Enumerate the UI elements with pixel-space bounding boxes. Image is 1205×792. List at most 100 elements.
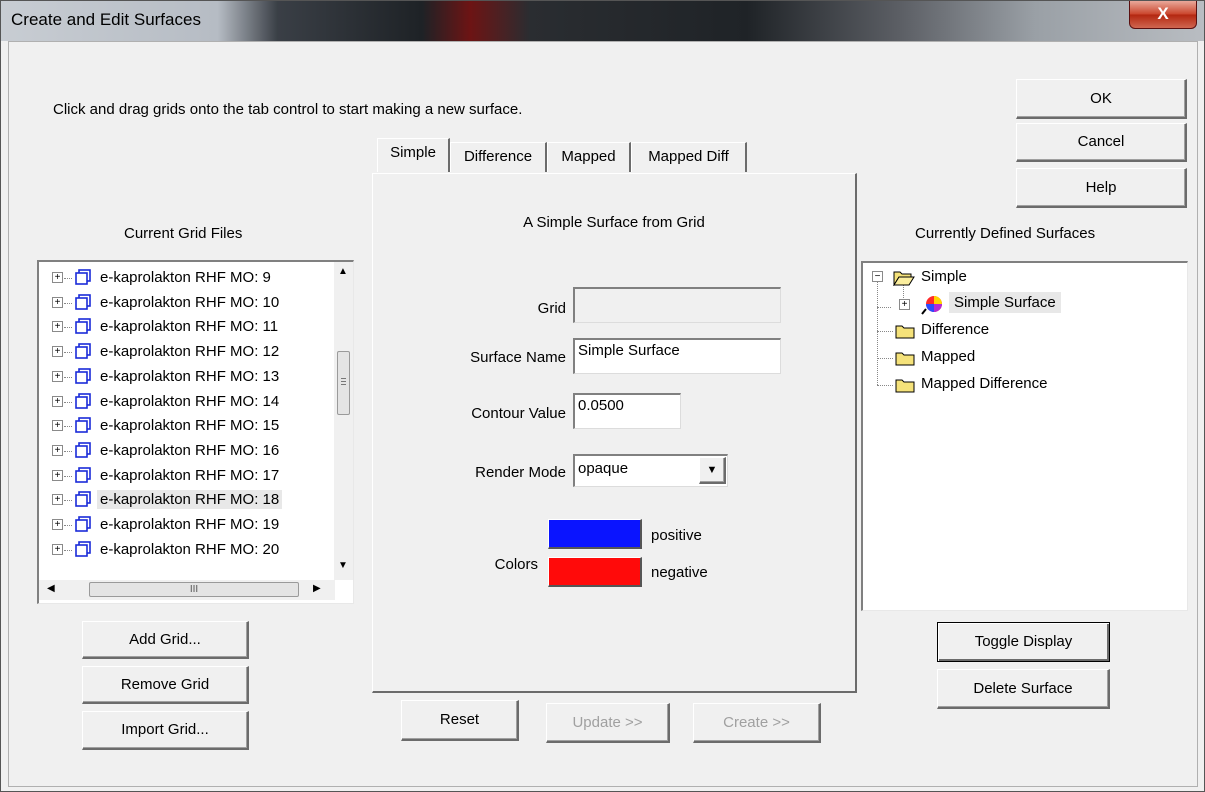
scroll-right-arrow-icon[interactable]: ▶ bbox=[313, 583, 321, 594]
tree-connector bbox=[64, 549, 72, 551]
toggle-display-button[interactable]: Toggle Display bbox=[937, 622, 1110, 662]
grid-file-item[interactable]: + e-kaprolakton RHF MO: 10 bbox=[39, 292, 329, 315]
expand-grid-icon[interactable]: + bbox=[52, 370, 63, 382]
tree-node-simple-surface[interactable]: Simple Surface bbox=[949, 292, 1061, 313]
title-bar[interactable]: Create and Edit Surfaces X bbox=[1, 1, 1204, 41]
expand-grid-icon[interactable]: + bbox=[52, 420, 63, 432]
tree-node-difference[interactable]: Difference bbox=[921, 321, 989, 338]
close-button[interactable]: X bbox=[1129, 1, 1197, 29]
tree-line-h4 bbox=[877, 385, 893, 386]
grid-files-list[interactable]: + e-kaprolakton RHF MO: 9 + e-kaprolakton R… bbox=[37, 260, 354, 604]
grid-cube-icon bbox=[75, 540, 91, 557]
expand-grid-icon[interactable]: + bbox=[52, 321, 63, 333]
grid-file-item[interactable]: + e-kaprolakton RHF MO: 15 bbox=[39, 415, 329, 438]
cancel-button[interactable]: Cancel bbox=[1016, 123, 1187, 162]
help-button[interactable]: Help bbox=[1016, 168, 1187, 208]
grid-file-item[interactable]: + e-kaprolakton RHF MO: 11 bbox=[39, 316, 329, 339]
contour-value-input[interactable]: 0.0500 bbox=[573, 393, 681, 429]
grid-cube-icon bbox=[75, 343, 91, 359]
horizontal-scroll-thumb[interactable]: III bbox=[89, 582, 299, 597]
expand-grid-icon[interactable]: + bbox=[52, 469, 63, 481]
grid-file-label: e-kaprolakton RHF MO: 13 bbox=[100, 367, 280, 385]
grid-cube-icon bbox=[75, 293, 91, 310]
tab-difference[interactable]: Difference bbox=[450, 142, 547, 172]
scroll-up-arrow-icon[interactable]: ▲ bbox=[338, 266, 348, 277]
scroll-thumb[interactable] bbox=[337, 351, 350, 415]
tree-connector bbox=[64, 278, 72, 279]
expand-grid-icon[interactable]: + bbox=[52, 272, 63, 283]
render-mode-label: Render Mode bbox=[475, 464, 566, 481]
grid-file-label: e-kaprolakton RHF MO: 16 bbox=[100, 441, 280, 459]
tree-connector bbox=[64, 327, 72, 329]
grid-file-item[interactable]: + e-kaprolakton RHF MO: 13 bbox=[39, 366, 329, 389]
grid-field[interactable] bbox=[573, 287, 781, 323]
dialog-window: Create and Edit Surfaces X Click and dra… bbox=[0, 0, 1205, 792]
tab-simple[interactable]: Simple bbox=[377, 138, 450, 172]
tree-node-simple[interactable]: Simple bbox=[921, 268, 967, 285]
expand-simple-surface-icon[interactable]: + bbox=[899, 299, 910, 310]
expand-grid-icon[interactable]: + bbox=[52, 395, 63, 407]
tree-connector bbox=[64, 475, 72, 477]
grid-cube-icon bbox=[75, 491, 91, 508]
surface-icon bbox=[921, 296, 942, 315]
tree-node-mapped-difference[interactable]: Mapped Difference bbox=[921, 375, 1047, 392]
tree-line-main bbox=[877, 281, 878, 385]
grid-cube-icon bbox=[75, 269, 91, 285]
defined-surfaces-heading: Currently Defined Surfaces bbox=[915, 225, 1096, 242]
chevron-down-icon[interactable]: ▼ bbox=[699, 457, 726, 484]
scroll-down-arrow-icon[interactable]: ▼ bbox=[338, 560, 348, 571]
reset-button[interactable]: Reset bbox=[401, 700, 519, 741]
positive-label: positive bbox=[651, 527, 702, 544]
window-title: Create and Edit Surfaces bbox=[11, 10, 201, 29]
grid-list-horizontal-scrollbar[interactable]: ◀ III ▶ bbox=[39, 580, 335, 600]
grid-file-item[interactable]: + e-kaprolakton RHF MO: 9 bbox=[39, 267, 329, 290]
create-button[interactable]: Create >> bbox=[693, 703, 821, 743]
grid-file-label: e-kaprolakton RHF MO: 20 bbox=[100, 540, 280, 558]
simple-tab-panel: A Simple Surface from Grid Grid Surface … bbox=[372, 173, 857, 693]
tree-node-mapped[interactable]: Mapped bbox=[921, 348, 975, 365]
grid-file-item[interactable]: + e-kaprolakton RHF MO: 19 bbox=[39, 514, 329, 537]
grid-file-label: e-kaprolakton RHF MO: 9 bbox=[100, 269, 271, 286]
delete-surface-button[interactable]: Delete Surface bbox=[937, 669, 1110, 709]
simple-surface-heading: A Simple Surface from Grid bbox=[523, 214, 705, 231]
grid-cube-icon bbox=[75, 442, 91, 458]
expand-grid-icon[interactable]: + bbox=[52, 296, 63, 308]
add-grid-button[interactable]: Add Grid... bbox=[82, 621, 249, 659]
grid-cube-icon bbox=[75, 392, 91, 409]
tree-line-h2 bbox=[877, 331, 893, 332]
expand-grid-icon[interactable]: + bbox=[52, 346, 63, 358]
grid-files-rows: + e-kaprolakton RHF MO: 9 + e-kaprolakton R… bbox=[39, 262, 335, 580]
grid-file-item[interactable]: + e-kaprolakton RHF MO: 14 bbox=[39, 391, 329, 414]
remove-grid-button[interactable]: Remove Grid bbox=[82, 666, 249, 704]
expand-grid-icon[interactable]: + bbox=[52, 543, 63, 555]
grid-file-label: e-kaprolakton RHF MO: 19 bbox=[100, 516, 280, 533]
grid-list-vertical-scrollbar[interactable]: ▲ ▼ bbox=[334, 262, 353, 580]
tree-connector bbox=[64, 500, 72, 502]
positive-color-swatch[interactable] bbox=[548, 519, 642, 549]
grid-file-item[interactable]: + e-kaprolakton RHF MO: 20 bbox=[39, 539, 329, 562]
grid-file-label: e-kaprolakton RHF MO: 12 bbox=[100, 343, 280, 361]
expand-grid-icon[interactable]: + bbox=[52, 444, 63, 456]
folder-icon bbox=[895, 325, 915, 339]
import-grid-button[interactable]: Import Grid... bbox=[82, 711, 249, 750]
grid-file-item[interactable]: + e-kaprolakton RHF MO: 16 bbox=[39, 440, 329, 463]
grid-file-item[interactable]: + e-kaprolakton RHF MO: 17 bbox=[39, 465, 329, 488]
tab-mapped-diff[interactable]: Mapped Diff bbox=[631, 142, 747, 172]
collapse-simple-icon[interactable]: − bbox=[872, 271, 883, 282]
grid-file-item[interactable]: + e-kaprolakton RHF MO: 18 bbox=[39, 489, 329, 512]
grid-file-item[interactable]: + e-kaprolakton RHF MO: 12 bbox=[39, 341, 329, 364]
grid-file-label: e-kaprolakton RHF MO: 18 bbox=[97, 490, 283, 510]
scroll-left-arrow-icon[interactable]: ◀ bbox=[47, 583, 55, 594]
defined-surfaces-tree[interactable]: − Simple + Simple Surface Difference Map… bbox=[861, 261, 1188, 611]
surface-name-input[interactable]: Simple Surface bbox=[573, 338, 781, 374]
update-button[interactable]: Update >> bbox=[546, 703, 670, 743]
expand-grid-icon[interactable]: + bbox=[52, 519, 63, 530]
tab-mapped[interactable]: Mapped bbox=[547, 142, 631, 172]
tree-connector bbox=[64, 426, 72, 428]
current-grid-files-heading: Current Grid Files bbox=[124, 225, 243, 242]
grid-file-label: e-kaprolakton RHF MO: 11 bbox=[100, 318, 279, 336]
render-mode-select[interactable]: opaque ▼ bbox=[573, 454, 728, 487]
negative-color-swatch[interactable] bbox=[548, 557, 642, 587]
ok-button[interactable]: OK bbox=[1016, 79, 1187, 119]
expand-grid-icon[interactable]: + bbox=[52, 494, 63, 506]
